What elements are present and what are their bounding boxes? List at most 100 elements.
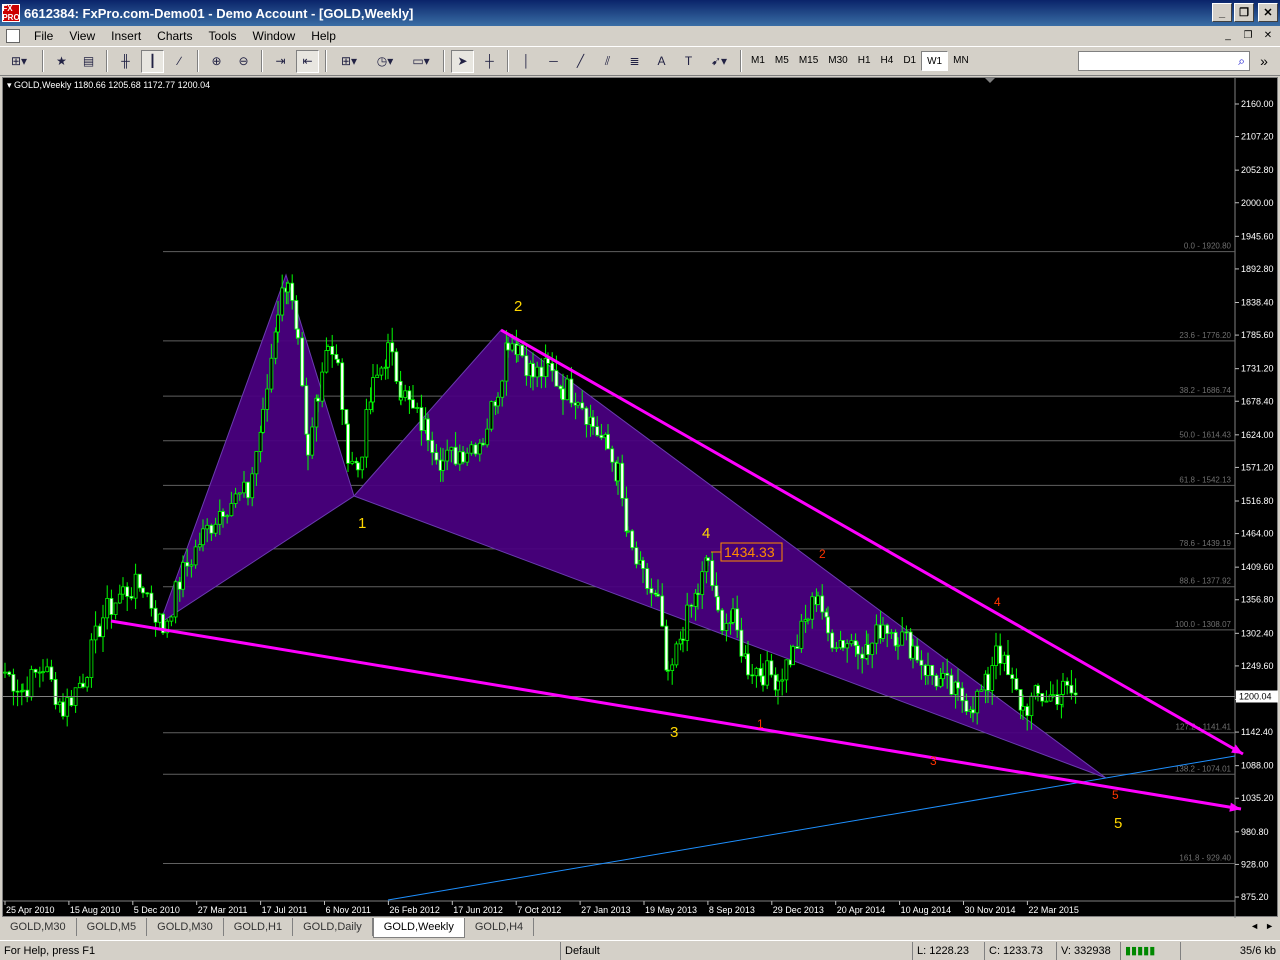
candle-body <box>693 592 698 607</box>
horizontal-line-icon[interactable]: ─ <box>542 50 565 73</box>
close-button[interactable]: ✕ <box>1258 3 1278 22</box>
candlestick-icon[interactable]: ┃ <box>141 49 164 73</box>
new-chart-icon[interactable]: ⊞▾ <box>2 50 36 73</box>
chart-canvas[interactable]: 2160.00 2107.20 2052.80 2000.00 1945.60 1892.… <box>3 78 1279 918</box>
tab-gold-daily[interactable]: GOLD,Daily <box>293 918 373 936</box>
cursor-icon[interactable]: ➤ <box>451 49 474 73</box>
text-icon[interactable]: A <box>650 50 673 73</box>
toolbar-more-icon[interactable]: » <box>1254 51 1274 71</box>
candle-body <box>1006 654 1010 676</box>
candle-body <box>121 586 125 595</box>
vertical-line-icon[interactable]: │ <box>515 50 538 73</box>
timeframe-h4-button[interactable]: H4 <box>876 51 899 71</box>
zoom-out-icon[interactable]: ⊖ <box>232 50 255 73</box>
wave-label-red: 2 <box>819 547 826 561</box>
price-tick-label: 1731.20 <box>1241 364 1274 374</box>
crosshair-icon[interactable]: ┼ <box>478 50 501 73</box>
candle-body <box>394 351 399 382</box>
candle-body <box>520 344 525 357</box>
profiles-icon[interactable]: ★ <box>50 50 73 73</box>
timeframe-m15-button[interactable]: M15 <box>794 51 823 71</box>
menu-bar: File View Insert Charts Tools Window Hel… <box>0 26 1280 46</box>
candle-body <box>457 451 462 465</box>
timeframe-d1-button[interactable]: D1 <box>898 51 921 71</box>
mdi-restore-button[interactable]: ❐ <box>1240 28 1256 42</box>
candle-body <box>81 682 85 688</box>
wave-label-red: 5 <box>1112 788 1119 802</box>
text-label-icon[interactable]: T <box>677 50 700 73</box>
mdi-close-button[interactable]: ✕ <box>1260 28 1276 42</box>
menu-window[interactable]: Window <box>245 26 304 46</box>
timeframe-mn-button[interactable]: MN <box>948 51 974 71</box>
minimize-button[interactable]: _ <box>1212 3 1232 22</box>
candle-body <box>356 462 360 471</box>
fibonacci-icon[interactable]: ≣ <box>623 50 646 73</box>
search-input[interactable] <box>1079 52 1229 70</box>
candle-body <box>485 428 490 446</box>
market-watch-icon[interactable]: ▤ <box>77 50 100 73</box>
candle-body <box>300 337 305 387</box>
candle-body <box>489 401 494 430</box>
periods-icon[interactable]: ◷▾ <box>369 50 401 73</box>
toolbar-separator <box>197 50 199 72</box>
candle-body <box>109 598 114 615</box>
fibonacci-level-label: 38.2 - 1686.74 <box>1179 386 1231 395</box>
zoom-in-icon[interactable]: ⊕ <box>205 50 228 73</box>
candle-body <box>816 595 820 605</box>
timeframe-h1-button[interactable]: H1 <box>853 51 876 71</box>
menu-insert[interactable]: Insert <box>103 26 149 46</box>
templates-icon[interactable]: ▭▾ <box>405 50 437 73</box>
tab-gold-m30[interactable]: GOLD,M30 <box>0 918 77 936</box>
arrows-icon[interactable]: ➹▾ <box>704 50 734 73</box>
time-tick-label: 27 Mar 2011 <box>198 905 248 915</box>
candle-body <box>415 407 420 409</box>
trendline-icon[interactable]: ╱ <box>569 50 592 73</box>
maximize-button[interactable]: ❐ <box>1234 3 1254 22</box>
price-tick-label: 1249.60 <box>1241 661 1274 671</box>
candle-body <box>21 689 25 692</box>
tab-scroll-left-icon[interactable]: ◄ <box>1250 921 1259 931</box>
indicators-icon[interactable]: ⊞▾ <box>333 50 365 73</box>
chart-window[interactable]: 2160.00 2107.20 2052.80 2000.00 1945.60 1892.… <box>2 77 1279 918</box>
candle-body <box>971 709 975 714</box>
tab-scroll-right-icon[interactable]: ► <box>1265 921 1274 931</box>
timeframe-w1-button[interactable]: W1 <box>921 51 949 71</box>
candle-body <box>630 530 635 549</box>
tab-gold-h1[interactable]: GOLD,H1 <box>224 918 294 936</box>
mdi-minimize-button[interactable]: _ <box>1220 28 1236 42</box>
wave-label-red: 1 <box>757 717 764 731</box>
menu-tools[interactable]: Tools <box>201 26 245 46</box>
candle-body <box>371 377 375 403</box>
candle-body <box>998 645 1003 664</box>
line-chart-icon[interactable]: ∕ <box>168 50 191 73</box>
timeframe-m5-button[interactable]: M5 <box>770 51 794 71</box>
tab-gold-h4[interactable]: GOLD,H4 <box>465 918 535 936</box>
search-icon[interactable]: ⌕ <box>1238 54 1245 69</box>
equidistant-channel-icon[interactable]: ⫽ <box>596 50 619 73</box>
candle-body <box>125 586 130 597</box>
timeframe-m30-button[interactable]: M30 <box>823 51 852 71</box>
candle-body <box>915 645 920 661</box>
candle-body <box>346 423 350 464</box>
candle-body <box>449 446 454 451</box>
candle-body <box>1040 693 1045 702</box>
candle-body <box>250 473 255 499</box>
chart-shift-icon[interactable]: ⇤ <box>296 49 319 73</box>
candle-body <box>994 645 998 666</box>
tab-gold-m30-2[interactable]: GOLD,M30 <box>147 918 224 936</box>
timeframe-m1-button[interactable]: M1 <box>746 51 770 71</box>
menu-help[interactable]: Help <box>303 26 344 46</box>
tab-gold-weekly[interactable]: GOLD,Weekly <box>372 918 465 938</box>
menu-charts[interactable]: Charts <box>149 26 200 46</box>
search-box: ⌕ <box>1078 51 1250 71</box>
menu-view[interactable]: View <box>61 26 103 46</box>
fibonacci-level-label: 23.6 - 1776.20 <box>1179 331 1231 340</box>
candle-body <box>641 559 645 569</box>
price-tick-label: 928.00 <box>1241 859 1269 869</box>
bar-chart-icon[interactable]: ╫ <box>114 50 137 73</box>
tab-gold-m5[interactable]: GOLD,M5 <box>77 918 148 936</box>
auto-scroll-icon[interactable]: ⇥ <box>269 50 292 73</box>
candle-body <box>716 596 720 611</box>
menu-file[interactable]: File <box>26 26 61 46</box>
candle-body <box>660 595 665 627</box>
